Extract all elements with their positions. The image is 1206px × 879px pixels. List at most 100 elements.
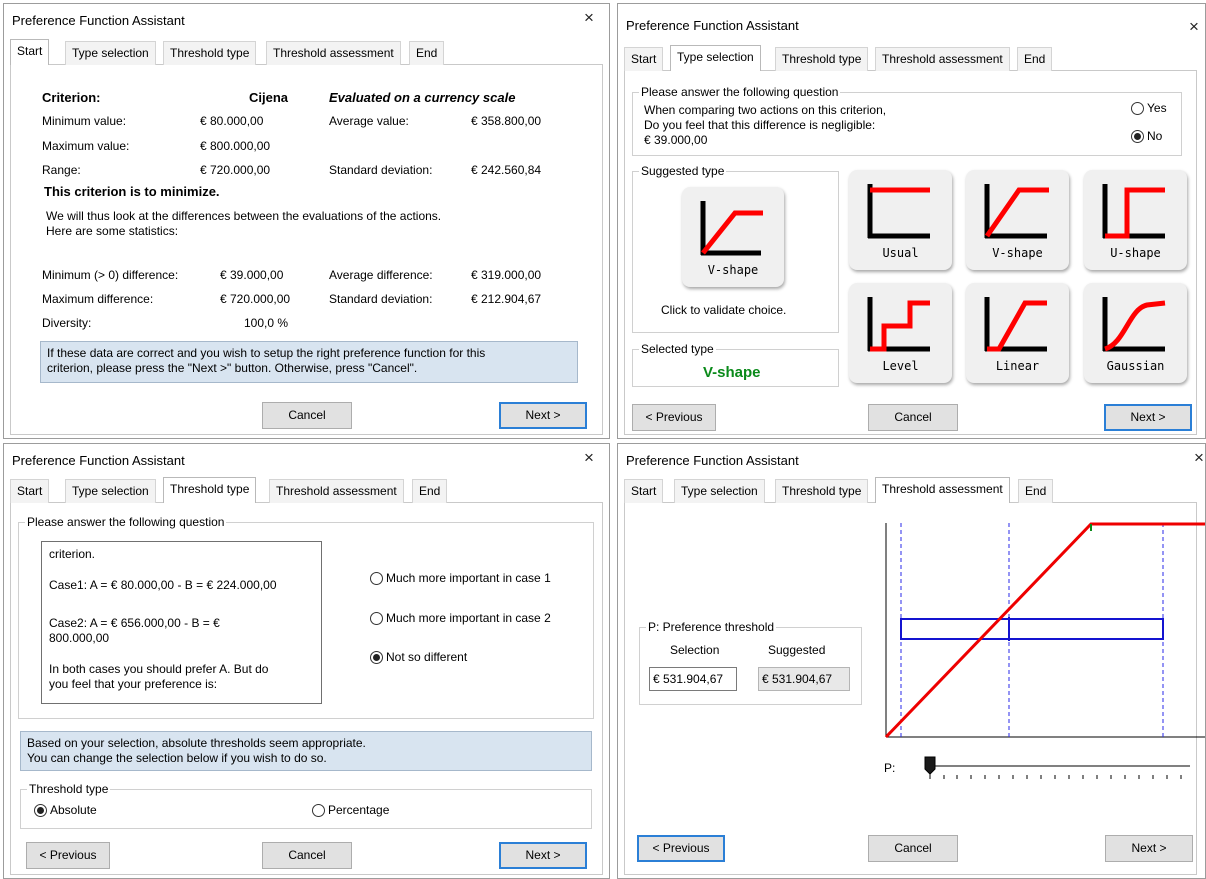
tab-threshold-type[interactable]: Threshold type [775, 479, 869, 503]
question-title: Please answer the following question [25, 515, 227, 529]
linear-shape-button[interactable]: Linear [966, 283, 1069, 383]
tab-type-selection[interactable]: Type selection [65, 479, 156, 503]
level-shape-button[interactable]: Level [849, 283, 952, 383]
selected-type-title: Selected type [639, 342, 716, 356]
question-title: Please answer the following question [639, 85, 841, 99]
selected-type-value: V-shape [703, 364, 761, 381]
window-threshold-assessment: Preference Function Assistant × Start Ty… [617, 443, 1206, 879]
no-radio[interactable]: No [1131, 129, 1162, 143]
close-icon[interactable]: × [1194, 449, 1204, 466]
selection-label: Selection [670, 643, 720, 657]
tab-type-selection[interactable]: Type selection [674, 479, 765, 503]
description-line-1: We will thus look at the differences bet… [46, 209, 442, 223]
info-line-1: If these data are correct and you wish t… [47, 346, 486, 360]
cancel-button[interactable]: Cancel [262, 402, 352, 429]
question-line-3: € 39.000,00 [644, 133, 708, 147]
window-title: Preference Function Assistant [626, 18, 799, 33]
info-line-2: criterion, please press the "Next >" but… [47, 361, 418, 375]
ushape-shape-button[interactable]: U-shape [1084, 170, 1187, 270]
cancel-button[interactable]: Cancel [868, 404, 958, 431]
window-title: Preference Function Assistant [12, 13, 185, 28]
yes-radio[interactable]: Yes [1131, 101, 1167, 115]
window-title: Preference Function Assistant [626, 453, 799, 468]
tab-end[interactable]: End [1017, 47, 1053, 71]
tab-threshold-assessment[interactable]: Threshold assessment [875, 477, 1010, 503]
avg-diff-value: € 319.000,00 [471, 268, 542, 282]
case-1-text: Case1: A = € 80.000,00 - B = € 224.000,0… [49, 578, 277, 592]
radio-circle [312, 803, 325, 817]
tab-threshold-type[interactable]: Threshold type [163, 477, 257, 503]
tab-start[interactable]: Start [10, 479, 50, 503]
tab-threshold-assessment[interactable]: Threshold assessment [269, 479, 404, 503]
range-value: € 720.000,00 [200, 163, 271, 177]
suggested-vshape-button[interactable]: V-shape [682, 187, 784, 287]
usual-shape-button[interactable]: Usual [849, 170, 952, 270]
previous-button[interactable]: < Previous [26, 842, 110, 869]
cancel-button[interactable]: Cancel [262, 842, 352, 869]
max-value: € 800.000,00 [200, 139, 271, 153]
tab-start[interactable]: Start [10, 39, 50, 65]
question-line-1: When comparing two actions on this crite… [644, 103, 887, 117]
radio-circle-selected [370, 650, 383, 664]
tab-end[interactable]: End [412, 479, 448, 503]
min-diff-value: € 39.000,00 [220, 268, 284, 282]
next-button[interactable]: Next > [1104, 404, 1192, 431]
slider-thumb [924, 756, 936, 775]
suggested-label: Suggested [768, 643, 826, 657]
tab-threshold-type[interactable]: Threshold type [163, 41, 257, 65]
gaussian-shape-button[interactable]: Gaussian [1084, 283, 1187, 383]
tab-type-selection[interactable]: Type selection [65, 41, 156, 65]
close-icon[interactable]: × [1189, 18, 1199, 35]
window-type-selection: Preference Function Assistant × Start Ty… [617, 3, 1206, 439]
level-shape-icon [867, 297, 930, 352]
linear-shape-icon [984, 297, 1047, 352]
previous-button[interactable]: < Previous [637, 835, 725, 862]
diversity-value: 100,0 % [244, 316, 289, 330]
percentage-radio[interactable]: Percentage [312, 803, 389, 817]
tab-threshold-assessment[interactable]: Threshold assessment [875, 47, 1010, 71]
std-label: Standard deviation: [329, 163, 433, 177]
not-so-different-radio[interactable]: Not so different [370, 650, 467, 664]
gaussian-shape-label: Gaussian [1106, 359, 1165, 373]
case2-important-label: Much more important in case 2 [386, 611, 551, 625]
ushape-shape-icon [1102, 184, 1165, 239]
preference-slider[interactable] [920, 755, 1195, 781]
case1-important-radio[interactable]: Much more important in case 1 [370, 571, 551, 585]
threshold-type-group: Threshold type [20, 782, 592, 829]
next-button[interactable]: Next > [1105, 835, 1193, 862]
close-icon[interactable]: × [584, 449, 594, 466]
next-button[interactable]: Next > [499, 402, 587, 429]
tab-bar: Start Type selection Threshold type Thre… [624, 477, 1197, 503]
tab-end[interactable]: End [1018, 479, 1054, 503]
threshold-type-title: Threshold type [27, 782, 111, 796]
case1-important-label: Much more important in case 1 [386, 571, 551, 585]
tab-type-selection[interactable]: Type selection [670, 45, 761, 71]
case2-important-radio[interactable]: Much more important in case 2 [370, 611, 551, 625]
tab-start[interactable]: Start [624, 47, 664, 71]
tab-start[interactable]: Start [624, 479, 664, 503]
info-line-1: Based on your selection, absolute thresh… [27, 736, 366, 750]
previous-button[interactable]: < Previous [632, 404, 716, 431]
vshape-icon [700, 201, 763, 256]
absolute-radio[interactable]: Absolute [34, 803, 97, 817]
percentage-label: Percentage [328, 803, 390, 817]
info-line-2: You can change the selection below if yo… [27, 751, 327, 765]
max-value-label: Maximum value: [42, 139, 130, 153]
no-label: No [1147, 129, 1163, 143]
next-button[interactable]: Next > [499, 842, 587, 869]
window-start: Preference Function Assistant × Start Ty… [3, 3, 610, 439]
cancel-button[interactable]: Cancel [868, 835, 958, 862]
preference-function-graph [884, 522, 1205, 739]
tab-threshold-type[interactable]: Threshold type [775, 47, 869, 71]
click-validate-text: Click to validate choice. [661, 303, 787, 317]
vshape-shape-button[interactable]: V-shape [966, 170, 1069, 270]
vshape-shape-icon [984, 184, 1049, 239]
tab-threshold-assessment[interactable]: Threshold assessment [266, 41, 401, 65]
level-shape-label: Level [882, 359, 919, 373]
tab-end[interactable]: End [409, 41, 445, 65]
vshape-shape-label: V-shape [992, 246, 1043, 260]
case-text-box: criterion. Case1: A = € 80.000,00 - B = … [41, 541, 322, 704]
selection-input[interactable]: € 531.904,67 [649, 667, 737, 691]
close-icon[interactable]: × [584, 9, 594, 26]
usual-shape-label: Usual [882, 246, 919, 260]
